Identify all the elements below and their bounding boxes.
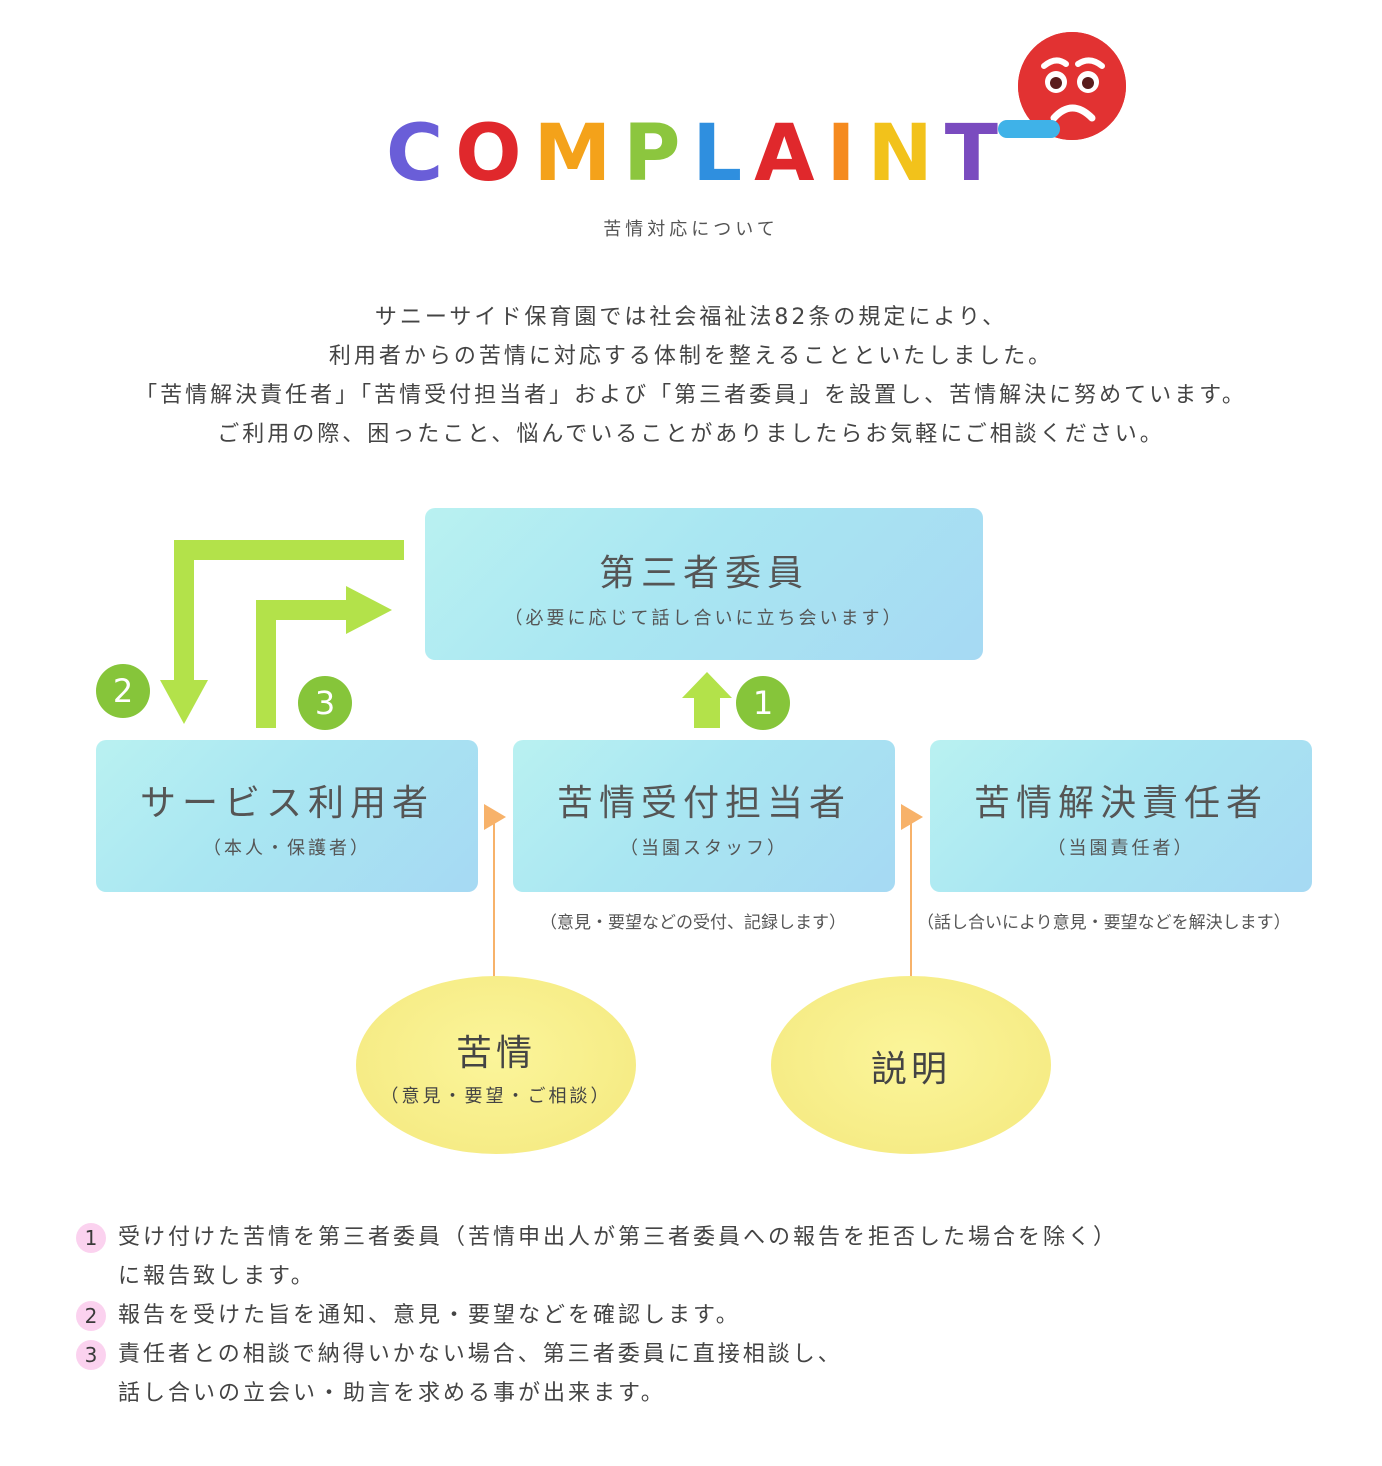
ellipse-title: 苦情 bbox=[455, 1033, 536, 1074]
list-item: 2 報告を受けた旨を通知、意見・要望などを確認します。 bbox=[76, 1296, 1336, 1335]
note-number: 3 bbox=[76, 1340, 106, 1370]
ellipse-title: 説明 bbox=[870, 1049, 951, 1090]
box-title: 第三者委員 bbox=[598, 553, 809, 594]
logo-letter: P bbox=[623, 109, 683, 199]
box-subtitle: （当園責任者） bbox=[1047, 838, 1195, 859]
intro-line: サニーサイド保育園では社会福祉法82条の規定により、 bbox=[374, 305, 1008, 330]
logo-letter: N bbox=[867, 109, 935, 199]
note-line: 報告を受けた旨を通知、意見・要望などを確認します。 bbox=[118, 1303, 741, 1328]
arrow-2-icon bbox=[160, 540, 404, 724]
complaint-ellipse: 苦情 （意見・要望・ご相談） bbox=[356, 976, 636, 1154]
reception-box: 苦情受付担当者 （当園スタッフ） bbox=[513, 740, 895, 892]
resolver-note: （話し合いにより意見・要望などを解決します） bbox=[917, 913, 1291, 933]
list-item: 1 受け付けた苦情を第三者委員（苦情申出人が第三者委員への報告を拒否した場合を除… bbox=[76, 1218, 1336, 1296]
logo-letter: A bbox=[754, 109, 817, 199]
logo-letter: T bbox=[944, 109, 1000, 199]
ellipse-subtitle: （意見・要望・ご相談） bbox=[380, 1086, 612, 1107]
logo-letter: L bbox=[692, 109, 745, 199]
logo-letter: C bbox=[386, 109, 446, 199]
box-subtitle: （本人・保護者） bbox=[203, 838, 371, 859]
box-subtitle: （必要に応じて話し合いに立ち会います） bbox=[504, 608, 904, 629]
box-title: 苦情受付担当者 bbox=[556, 783, 851, 824]
logo-letter: O bbox=[455, 109, 524, 199]
list-item: 3 責任者との相談で納得いかない場合、第三者委員に直接相談し、 話し合いの立会い… bbox=[76, 1335, 1336, 1413]
intro-text: サニーサイド保育園では社会福祉法82条の規定により、 利用者からの苦情に対応する… bbox=[0, 298, 1382, 454]
step-badge-1: 1 bbox=[736, 676, 790, 730]
intro-line: 利用者からの苦情に対応する体制を整えることといたしました。 bbox=[328, 344, 1054, 369]
resolver-box: 苦情解決責任者 （当園責任者） bbox=[930, 740, 1312, 892]
intro-line: ご利用の際、困ったこと、悩んでいることがありましたらお気軽にご相談ください。 bbox=[217, 422, 1165, 447]
arrow-1-icon bbox=[682, 672, 732, 728]
page-subtitle: 苦情対応について bbox=[603, 219, 779, 240]
note-number: 2 bbox=[76, 1301, 106, 1331]
box-subtitle: （当園スタッフ） bbox=[620, 838, 788, 859]
logo-t-bar bbox=[998, 120, 1060, 138]
note-line: 話し合いの立会い・助言を求める事が出来ます。 bbox=[118, 1381, 666, 1406]
box-title: 苦情解決責任者 bbox=[973, 783, 1268, 824]
note-line: 責任者との相談で納得いかない場合、第三者委員に直接相談し、 bbox=[118, 1342, 843, 1367]
logo-letter: M bbox=[533, 109, 614, 199]
note-line: 受け付けた苦情を第三者委員（苦情申出人が第三者委員への報告を拒否した場合を除く） bbox=[118, 1225, 1119, 1250]
reception-note: （意見・要望などの受付、記録します） bbox=[540, 913, 846, 933]
complaint-logo: COMPLAINT bbox=[386, 108, 1000, 200]
step-badge-3: 3 bbox=[298, 676, 352, 730]
note-number: 1 bbox=[76, 1223, 106, 1253]
intro-line: 「苦情解決責任者」「苦情受付担当者」および「第三者委員」を設置し、苦情解決に努め… bbox=[135, 383, 1247, 408]
logo-letter: I bbox=[826, 109, 858, 199]
notes-list: 1 受け付けた苦情を第三者委員（苦情申出人が第三者委員への報告を拒否した場合を除… bbox=[76, 1218, 1336, 1413]
explanation-ellipse: 説明 bbox=[771, 976, 1051, 1154]
box-title: サービス利用者 bbox=[139, 783, 434, 824]
service-user-box: サービス利用者 （本人・保護者） bbox=[96, 740, 478, 892]
step-badge-2: 2 bbox=[96, 664, 150, 718]
note-line: に報告致します。 bbox=[118, 1264, 316, 1289]
third-party-box: 第三者委員 （必要に応じて話し合いに立ち会います） bbox=[425, 508, 983, 660]
